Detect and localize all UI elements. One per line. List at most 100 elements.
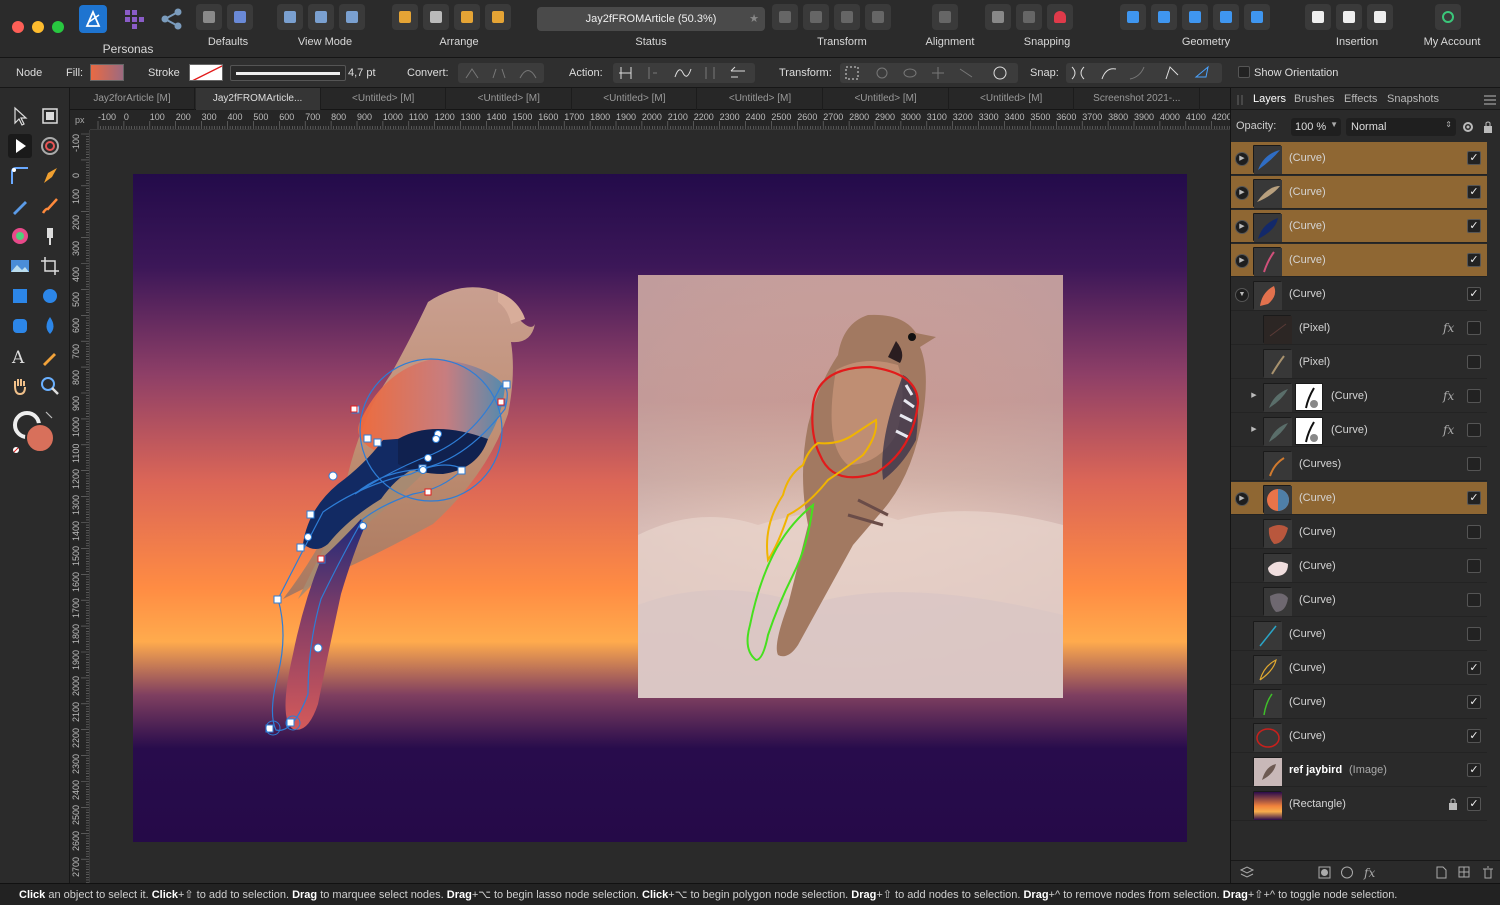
arrange-back-icon[interactable] (392, 4, 418, 30)
layer-visibility-checkbox[interactable]: ✓ (1467, 151, 1481, 165)
tab-brushes[interactable]: Brushes (1294, 93, 1334, 105)
layer-locked-icon[interactable] (1447, 797, 1459, 811)
arrange-forward-icon[interactable] (454, 4, 480, 30)
expand-layer-icon[interactable]: ▶ (1235, 254, 1249, 268)
expand-layer-icon[interactable]: ▶ (1235, 492, 1249, 506)
layer-visibility-checkbox[interactable] (1467, 559, 1481, 573)
layer-row[interactable]: ref jaybird (Image) ✓ (1231, 754, 1487, 787)
document-tab[interactable]: <Untitled> [M] (572, 88, 698, 110)
magnet-icon[interactable] (1047, 4, 1073, 30)
pencil-tool-icon[interactable] (8, 194, 32, 218)
expand-layer-icon[interactable]: ▶ (1235, 220, 1249, 234)
subtract-icon[interactable] (1151, 4, 1177, 30)
layer-effects-icon[interactable]: fx (1443, 321, 1454, 335)
tab-effects[interactable]: Effects (1344, 93, 1377, 105)
designer-persona-icon[interactable] (79, 5, 107, 33)
layer-lock-icon[interactable] (1482, 120, 1494, 134)
layer-row[interactable]: ▶ (Curve) fx (1231, 380, 1487, 413)
vertical-ruler[interactable]: -100 0 100 200 300 400 500 600 700 800 900 1000 1100… (70, 130, 90, 883)
view-mode-2-icon[interactable] (308, 4, 334, 30)
layer-row[interactable]: (Curve) ✓ (1231, 720, 1487, 753)
fill-swatch[interactable] (90, 64, 124, 81)
action-buttons[interactable] (613, 63, 755, 83)
hand-tool-icon[interactable] (8, 374, 32, 398)
layer-visibility-checkbox[interactable] (1467, 593, 1481, 607)
artboard-tool-icon[interactable] (38, 104, 62, 128)
document-tab[interactable]: <Untitled> [M] (447, 88, 572, 110)
insert-inside-icon[interactable] (1367, 4, 1393, 30)
show-orientation-checkbox[interactable] (1238, 66, 1250, 78)
expand-layer-icon[interactable]: ▶ (1247, 424, 1261, 438)
layer-visibility-checkbox[interactable] (1467, 457, 1481, 471)
rotate-left-icon[interactable] (834, 4, 860, 30)
zoom-window-icon[interactable] (52, 21, 64, 33)
layer-row[interactable]: ▶ (Curve) ✓ (1231, 244, 1487, 277)
document-tab[interactable]: <Untitled> [M] (824, 88, 949, 110)
layer-effects-icon[interactable]: fx (1443, 389, 1454, 403)
stylized-bird-illustration[interactable] (133, 174, 653, 842)
layer-visibility-checkbox[interactable] (1467, 321, 1481, 335)
stroke-swatch[interactable] (189, 64, 223, 81)
document-tab[interactable]: <Untitled> [M] (949, 88, 1075, 110)
add-icon[interactable] (1120, 4, 1146, 30)
blend-mode-dropdown[interactable]: Normal ⇕ (1346, 118, 1456, 136)
layer-row[interactable]: (Curve) ✓ (1231, 652, 1487, 685)
layer-visibility-checkbox[interactable]: ✓ (1467, 491, 1481, 505)
document-tab[interactable]: <Untitled> [M] (321, 88, 447, 110)
text-tool-icon[interactable]: A (8, 344, 32, 368)
corner-tool-icon[interactable] (8, 164, 32, 188)
stroke-width-value[interactable]: 4,7 pt (348, 67, 376, 79)
layer-row[interactable]: (Curves) (1231, 448, 1487, 481)
rotate-right-icon[interactable] (865, 4, 891, 30)
minimize-window-icon[interactable] (32, 21, 44, 33)
tab-snapshots[interactable]: Snapshots (1387, 93, 1439, 105)
flip-v-icon[interactable] (803, 4, 829, 30)
layer-visibility-checkbox[interactable]: ✓ (1467, 661, 1481, 675)
document-tab[interactable]: Jay2fFROMArticle... (195, 88, 321, 110)
expand-layer-icon[interactable]: ▶ (1247, 390, 1261, 404)
horizontal-ruler[interactable]: -100 0 100 200 300 400 500 600 700 800 900 1000 1100… (90, 110, 1230, 130)
layer-visibility-checkbox[interactable] (1467, 389, 1481, 403)
pixel-persona-icon[interactable] (122, 7, 146, 31)
layer-row[interactable]: (Curve) (1231, 618, 1487, 651)
preview-icon[interactable] (196, 4, 222, 30)
color-wells[interactable] (10, 408, 60, 458)
crop-tool-icon[interactable] (38, 254, 62, 278)
layer-row[interactable]: (Rectangle) ✓ (1231, 788, 1487, 821)
transform-buttons[interactable] (840, 63, 1018, 83)
layer-row[interactable]: ▶ (Curve) ✓ (1231, 482, 1487, 515)
pen-tool-icon[interactable] (38, 164, 62, 188)
arrange-backward-icon[interactable] (423, 4, 449, 30)
document-tab[interactable]: <Untitled> [M] (698, 88, 823, 110)
layer-row[interactable]: ▶ (Curve) ✓ (1231, 176, 1487, 209)
align-icon[interactable] (932, 4, 958, 30)
layer-row[interactable]: (Curve) (1231, 584, 1487, 617)
rectangle-tool-icon[interactable] (8, 284, 32, 308)
layer-visibility-checkbox[interactable]: ✓ (1467, 253, 1481, 267)
layer-row[interactable]: ▶ (Curve) ✓ (1231, 210, 1487, 243)
layer-visibility-checkbox[interactable] (1467, 525, 1481, 539)
snap-buttons[interactable] (1066, 63, 1222, 83)
favorite-star-icon[interactable]: ★ (749, 7, 759, 31)
layer-visibility-checkbox[interactable]: ✓ (1467, 797, 1481, 811)
panel-grip-icon[interactable] (1236, 93, 1246, 107)
place-image-tool-icon[interactable] (8, 254, 32, 278)
layer-row[interactable]: ▶ (Curve) fx (1231, 414, 1487, 447)
layer-row[interactable]: (Pixel) (1231, 346, 1487, 379)
flip-h-icon[interactable] (772, 4, 798, 30)
convert-buttons[interactable] (458, 63, 544, 83)
expand-layer-icon[interactable]: ▶ (1235, 152, 1249, 166)
export-persona-icon[interactable] (160, 7, 184, 31)
expand-layer-icon[interactable]: ▶ (1235, 186, 1249, 200)
layer-visibility-checkbox[interactable]: ✓ (1467, 763, 1481, 777)
transparency-tool-icon[interactable] (38, 224, 62, 248)
layer-visibility-checkbox[interactable] (1467, 355, 1481, 369)
stroke-width-slider[interactable] (230, 65, 346, 81)
account-icon[interactable] (1435, 4, 1461, 30)
contour-tool-icon[interactable] (38, 134, 62, 158)
layer-effects-icon[interactable]: fx (1443, 423, 1454, 437)
color-picker-tool-icon[interactable] (38, 344, 62, 368)
canvas-workspace[interactable] (90, 130, 1230, 883)
node-tool-icon[interactable] (8, 134, 32, 158)
layer-visibility-checkbox[interactable]: ✓ (1467, 695, 1481, 709)
